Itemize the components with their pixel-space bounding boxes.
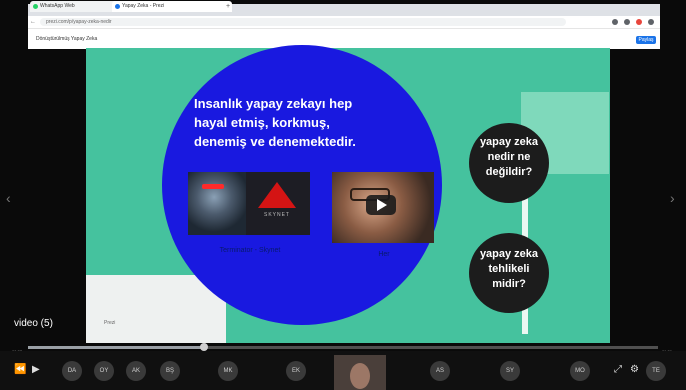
previous-arrow-icon[interactable]: ‹	[6, 190, 11, 206]
progress-fill	[28, 346, 204, 349]
participant-avatar[interactable]: MK	[218, 361, 238, 381]
slide-headline: Insanlık yapay zekayı hep hayal etmiş, k…	[194, 94, 444, 151]
video2-caption: Her	[378, 251, 390, 258]
new-tab-button[interactable]: +	[226, 3, 230, 10]
participant-avatar[interactable]: AK	[126, 361, 146, 381]
participant-avatar[interactable]: MO	[570, 361, 590, 381]
address-bar[interactable]: prezi.com/p/yapay-zeka-nedir	[40, 18, 566, 26]
prezi-logo: Prezi	[104, 320, 116, 326]
page-header	[28, 28, 660, 49]
share-button[interactable]: Paylaş	[636, 36, 656, 44]
headline-line: Insanlık yapay zekayı hep	[194, 96, 353, 111]
prezi-icon	[115, 4, 120, 9]
progress-knob[interactable]	[200, 343, 208, 351]
fullscreen-icon[interactable]: ⤢	[614, 364, 622, 375]
next-arrow-icon[interactable]: ›	[670, 190, 675, 206]
webcam-person	[350, 363, 370, 389]
play-button-icon[interactable]: ▶	[32, 364, 40, 375]
menu-icon[interactable]	[648, 19, 654, 25]
headline-line: hayal etmiş, korkmuş,	[194, 115, 330, 130]
participant-avatar[interactable]: EK	[286, 361, 306, 381]
question-line: nedir ne	[487, 151, 531, 163]
back-icon[interactable]: ←	[30, 18, 36, 26]
participant-avatar[interactable]: BŞ	[160, 361, 180, 381]
robot-eye	[202, 184, 224, 189]
participant-avatar[interactable]: DA	[62, 361, 82, 381]
rewind-icon[interactable]: ⏪	[14, 364, 26, 375]
skynet-logo-icon	[258, 182, 296, 208]
browser-tab-prezi[interactable]: Yapay Zeka - Prezi	[112, 1, 232, 12]
question-line: değildir?	[485, 166, 533, 178]
page-title: Dönüştürülmüş Yapay Zeka	[36, 36, 98, 42]
profile-icon[interactable]	[624, 19, 630, 25]
extension-icon[interactable]	[612, 19, 618, 25]
skynet-brand: SKYNET	[263, 212, 290, 218]
browser-tab-label: WhatsApp Web	[40, 3, 75, 9]
robot-image	[188, 172, 246, 235]
notification-icon[interactable]	[636, 19, 642, 25]
headline-line: denemiş ve denemektedir.	[194, 134, 356, 149]
play-icon	[377, 199, 387, 211]
participant-avatar[interactable]: OY	[94, 361, 114, 381]
participant-avatar[interactable]: AS	[430, 361, 450, 381]
video1-caption: Terminator - Skynet	[219, 247, 281, 254]
video-label: video (5)	[14, 318, 53, 329]
browser-tab-whatsapp[interactable]: WhatsApp Web	[30, 1, 120, 12]
whatsapp-icon	[33, 4, 38, 9]
question-1-text: yapay zeka nedir ne değildir?	[469, 135, 549, 180]
question-line: tehlikeli	[488, 263, 530, 275]
settings-icon[interactable]: ⚙	[630, 364, 639, 375]
browser-tab-label: Yapay Zeka - Prezi	[122, 3, 165, 9]
webcam-tile[interactable]	[334, 355, 386, 390]
participant-avatar[interactable]: TE	[646, 361, 666, 381]
question-line: yapay zeka	[479, 248, 539, 260]
question-line: yapay zeka	[479, 136, 539, 148]
question-2-text: yapay zeka tehlikeli midir?	[469, 247, 549, 292]
terminator-video-thumbnail[interactable]: SKYNET	[188, 172, 310, 235]
question-line: midir?	[492, 278, 526, 290]
participant-avatar[interactable]: SY	[500, 361, 520, 381]
